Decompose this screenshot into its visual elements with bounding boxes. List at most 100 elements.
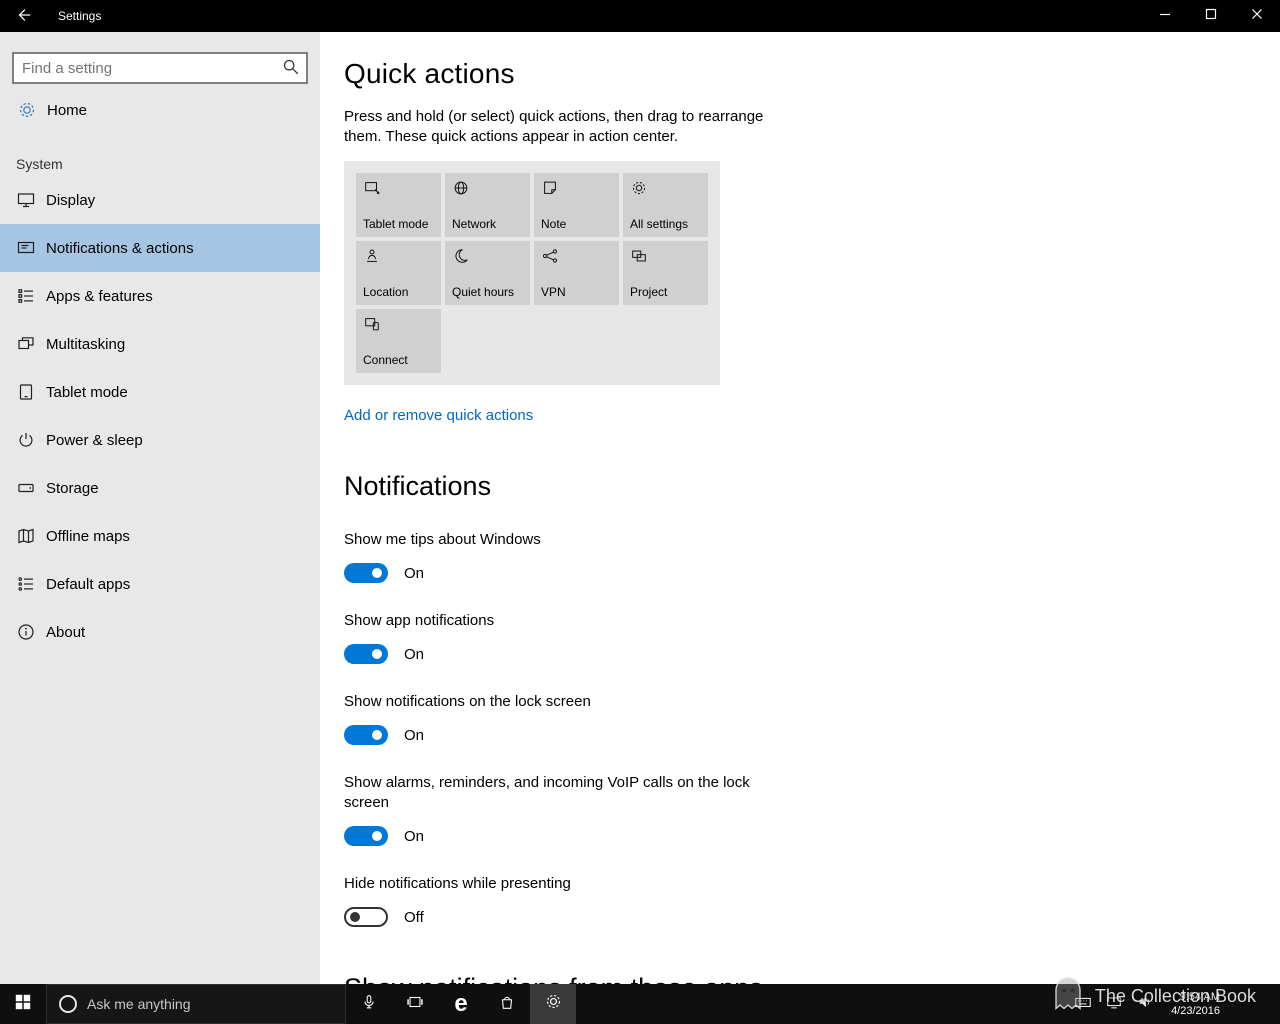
quick-action-all-settings[interactable]: All settings: [623, 173, 708, 237]
settings-window: Settings Find a setting Home System Disp…: [0, 0, 1280, 1024]
quick-action-vpn[interactable]: VPN: [534, 241, 619, 305]
search-icon: [282, 58, 300, 79]
sidebar-item-multitasking[interactable]: Multitasking: [0, 320, 320, 368]
sidebar-item-notifications-actions[interactable]: Notifications & actions: [0, 224, 320, 272]
task-view-icon: [406, 993, 424, 1016]
add-remove-quick-actions-link[interactable]: Add or remove quick actions: [344, 407, 533, 424]
setting-lock-screen-notifications: Show notifications on the lock screen On: [344, 692, 1240, 745]
quick-action-network[interactable]: Network: [445, 173, 530, 237]
toggle-state-label: Off: [404, 908, 424, 926]
toggle-knob: [350, 912, 360, 922]
vpn-icon: [541, 249, 559, 269]
quick-action-label: Note: [541, 217, 567, 231]
sidebar: Home System Display Notifications & acti…: [0, 32, 320, 984]
touch-keyboard-icon[interactable]: [1074, 993, 1092, 1016]
quick-action-connect[interactable]: Connect: [356, 309, 441, 373]
titlebar: Settings: [0, 0, 1280, 32]
quick-action-label: Network: [452, 217, 497, 231]
windows-logo-icon: [14, 993, 32, 1016]
sidebar-item-label: Default apps: [46, 575, 131, 593]
sidebar-item-label: Multitasking: [46, 335, 126, 353]
network-globe-icon: [452, 181, 470, 201]
setting-label: Show me tips about Windows: [344, 531, 541, 548]
volume-icon[interactable]: [1136, 993, 1154, 1016]
quick-action-location[interactable]: Location: [356, 241, 441, 305]
toggle-lock-screen-notifications[interactable]: [344, 725, 388, 745]
store-button[interactable]: [484, 984, 530, 1024]
sidebar-item-storage[interactable]: Storage: [0, 464, 320, 512]
quick-action-label: Connect: [363, 353, 408, 367]
sidebar-item-apps-features[interactable]: Apps & features: [0, 272, 320, 320]
taskbar-search-box[interactable]: Ask me anything: [46, 984, 346, 1024]
setting-label: Show alarms, reminders, and incoming VoI…: [344, 774, 750, 811]
toggle-state-label: On: [404, 726, 425, 744]
notifications-heading: Notifications: [344, 471, 492, 501]
location-icon: [363, 249, 381, 269]
network-tray-icon[interactable]: [1105, 993, 1123, 1016]
quick-action-tablet-mode[interactable]: Tablet mode: [356, 173, 441, 237]
sidebar-item-label: About: [46, 623, 86, 641]
toggle-state-label: On: [404, 645, 425, 663]
sidebar-item-label: Display: [46, 191, 96, 209]
sidebar-item-label: Tablet mode: [46, 383, 128, 401]
quick-action-quiet-hours[interactable]: Quiet hours: [445, 241, 530, 305]
default-apps-icon: [15, 574, 37, 594]
clock-date: 4/23/2016: [1171, 1005, 1220, 1017]
microphone-button[interactable]: [346, 984, 392, 1024]
search-button[interactable]: [276, 54, 306, 82]
sidebar-nav: Display Notifications & actions Apps & f…: [0, 176, 320, 656]
quick-action-label: Quiet hours: [452, 285, 515, 299]
toggle-show-tips[interactable]: [344, 563, 388, 583]
sidebar-item-offline-maps[interactable]: Offline maps: [0, 512, 320, 560]
maximize-button[interactable]: [1188, 0, 1234, 32]
close-button[interactable]: [1234, 0, 1280, 32]
connect-icon: [363, 318, 381, 337]
quick-actions-description: Press and hold (or select) quick actions…: [344, 108, 764, 145]
toggle-hide-while-presenting[interactable]: [344, 907, 388, 927]
quick-action-label: Tablet mode: [363, 217, 429, 231]
toggle-lock-screen-alarms[interactable]: [344, 826, 388, 846]
multitasking-icon: [15, 334, 37, 354]
quick-action-label: Project: [630, 285, 668, 299]
per-app-heading: Show notifications from these apps: [344, 973, 1240, 984]
toggle-state-label: On: [404, 827, 425, 845]
sidebar-item-default-apps[interactable]: Default apps: [0, 560, 320, 608]
quick-action-label: VPN: [541, 285, 566, 299]
taskbar: Ask me anything e 9:54 AM 4/23/2016: [0, 984, 1280, 1024]
tablet-mode-icon: [15, 382, 37, 402]
taskbar-clock[interactable]: 9:54 AM 4/23/2016: [1171, 990, 1266, 1018]
setting-label: Hide notifications while presenting: [344, 875, 571, 892]
start-button[interactable]: [0, 984, 46, 1024]
minimize-icon: [1159, 7, 1171, 25]
sidebar-item-power-sleep[interactable]: Power & sleep: [0, 416, 320, 464]
maximize-icon: [1205, 7, 1217, 25]
main-content: Quick actions Press and hold (or select)…: [320, 32, 1280, 984]
settings-search-input[interactable]: [14, 59, 276, 77]
sidebar-home-label: Home: [47, 101, 88, 119]
task-view-button[interactable]: [392, 984, 438, 1024]
sidebar-item-label: Power & sleep: [46, 431, 143, 449]
sidebar-section-label: System: [16, 156, 63, 172]
quick-action-label: All settings: [630, 217, 689, 231]
quick-action-note[interactable]: Note: [534, 173, 619, 237]
quick-actions-grid: Tablet mode Network Note All settings Lo…: [344, 161, 720, 385]
back-arrow-icon: [15, 6, 33, 27]
sidebar-item-display[interactable]: Display: [0, 176, 320, 224]
sidebar-item-tablet-mode[interactable]: Tablet mode: [0, 368, 320, 416]
app-body: Home System Display Notifications & acti…: [0, 32, 1280, 984]
back-button[interactable]: [0, 0, 48, 32]
setting-label: Show app notifications: [344, 612, 495, 629]
sidebar-item-about[interactable]: About: [0, 608, 320, 656]
settings-taskbar-button[interactable]: [530, 984, 576, 1024]
settings-search-box[interactable]: [12, 52, 308, 84]
quick-action-project[interactable]: Project: [623, 241, 708, 305]
quick-action-label: Location: [363, 285, 409, 299]
about-icon: [15, 622, 37, 642]
quiet-hours-moon-icon: [452, 249, 470, 269]
minimize-button[interactable]: [1142, 0, 1188, 32]
sidebar-item-home[interactable]: Home: [0, 90, 320, 130]
setting-label: Show notifications on the lock screen: [344, 693, 591, 710]
cortana-icon: [59, 995, 77, 1013]
toggle-app-notifications[interactable]: [344, 644, 388, 664]
edge-button[interactable]: e: [438, 984, 484, 1024]
